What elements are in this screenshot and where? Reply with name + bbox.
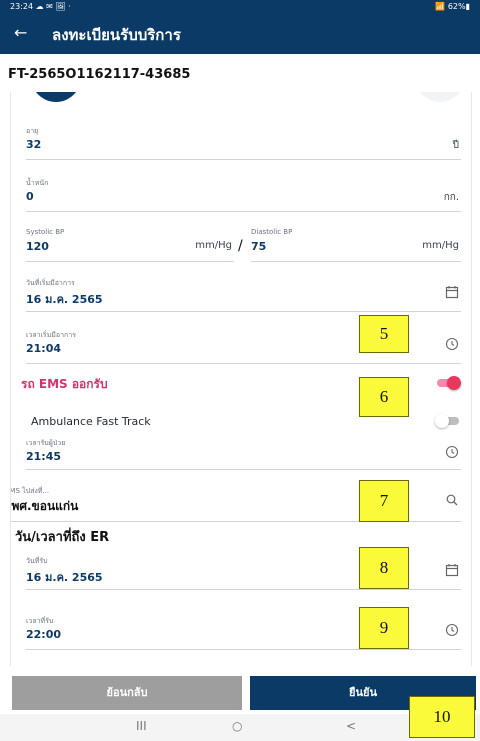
age-label: อายุ — [26, 127, 39, 135]
onset-date-field[interactable]: วันที่เริ่มมีอาการ 16 ม.ค. 2565 — [26, 278, 461, 312]
diastolic-label: Diastolic BP — [251, 228, 293, 236]
er-date-value: 16 ม.ค. 2565 — [26, 571, 103, 584]
er-time-label: เวลาที่รับ — [26, 617, 54, 625]
clock-icon[interactable] — [445, 445, 459, 459]
fast-track-toggle[interactable] — [435, 414, 461, 428]
home-icon[interactable]: ○ — [232, 719, 242, 733]
er-section-title: วัน/เวลาที่ถึง ER — [15, 530, 110, 545]
callout-9: 9 — [359, 607, 409, 649]
callout-7: 7 — [359, 480, 409, 522]
weight-field[interactable]: น้ำหนัก 0 กก. — [26, 178, 461, 212]
pickup-time-value: 21:45 — [26, 450, 62, 463]
systolic-unit: mm/Hg — [195, 240, 232, 251]
calendar-icon[interactable] — [445, 563, 459, 577]
callout-6: 6 — [359, 377, 409, 417]
ems-toggle-knob — [447, 376, 461, 390]
onset-date-value: 16 ม.ค. 2565 — [26, 293, 103, 306]
avatar — [31, 92, 81, 102]
arrow-left-icon[interactable]: ← — [14, 23, 27, 42]
diastolic-unit: mm/Hg — [422, 240, 459, 251]
systolic-field[interactable]: Systolic BP 120 mm/Hg — [26, 228, 234, 262]
weight-value: 0 — [26, 190, 34, 203]
clock-icon[interactable] — [445, 623, 459, 637]
er-date-label: วันที่รับ — [26, 557, 48, 565]
ems-toggle[interactable] — [435, 376, 461, 390]
age-value: 32 — [26, 138, 42, 151]
onset-time-label: เวลาเริ่มมีอาการ — [26, 331, 76, 339]
er-time-value: 22:00 — [26, 628, 62, 641]
page-title: ลงทะเบียนรับบริการ — [52, 26, 181, 44]
weight-unit: กก. — [443, 192, 459, 203]
callout-5: 5 — [359, 315, 409, 353]
fast-track-toggle-knob — [435, 414, 449, 428]
app-bar: ← ลงทะเบียนรับบริการ — [0, 14, 480, 54]
callout-8: 8 — [359, 547, 409, 589]
callout-10: 10 — [409, 696, 475, 738]
fast-track-label: Ambulance Fast Track — [31, 415, 151, 428]
age-unit: ปี — [452, 140, 459, 151]
weight-label: น้ำหนัก — [26, 179, 49, 187]
calendar-icon[interactable] — [445, 285, 459, 299]
systolic-value: 120 — [26, 240, 49, 253]
nav-back-icon[interactable]: < — [346, 719, 356, 733]
pickup-time-label: เวลารับผู้ป่วย — [26, 439, 66, 447]
diastolic-value: 75 — [251, 240, 267, 253]
pickup-time-field[interactable]: เวลารับผู้ป่วย 21:45 — [26, 438, 461, 470]
system-nav-bar: III ○ < — [0, 714, 480, 741]
onset-date-label: วันที่เริ่มมีอาการ — [26, 279, 75, 287]
ems-destination-label: EMS ไปส่งที่... — [10, 487, 50, 495]
back-button[interactable]: ย้อนกลับ — [12, 676, 242, 710]
status-bar: 23:24 ☁ ✉ 🖼 · 📶 62%▮ — [0, 0, 480, 14]
age-field[interactable]: อายุ 32 ปี — [26, 126, 461, 160]
bp-separator: / — [238, 238, 243, 254]
ticket-id: FT-2565O1162117-43685 — [8, 67, 191, 82]
ems-label: รถ EMS ออกรับ — [21, 377, 108, 391]
status-time: 23:24 ☁ ✉ 🖼 · — [10, 2, 71, 11]
recents-icon[interactable]: III — [136, 719, 147, 733]
avatar-placeholder — [415, 92, 465, 102]
systolic-label: Systolic BP — [26, 228, 65, 236]
clock-icon[interactable] — [445, 337, 459, 351]
action-bar: ย้อนกลับ ยืนยัน — [0, 676, 480, 712]
diastolic-field[interactable]: Diastolic BP 75 mm/Hg — [251, 228, 461, 262]
status-indicators: 📶 62%▮ — [435, 2, 470, 11]
search-icon[interactable] — [445, 493, 459, 507]
onset-time-value: 21:04 — [26, 342, 62, 355]
ems-destination-value: รพศ.ขอนแก่น — [10, 499, 79, 513]
